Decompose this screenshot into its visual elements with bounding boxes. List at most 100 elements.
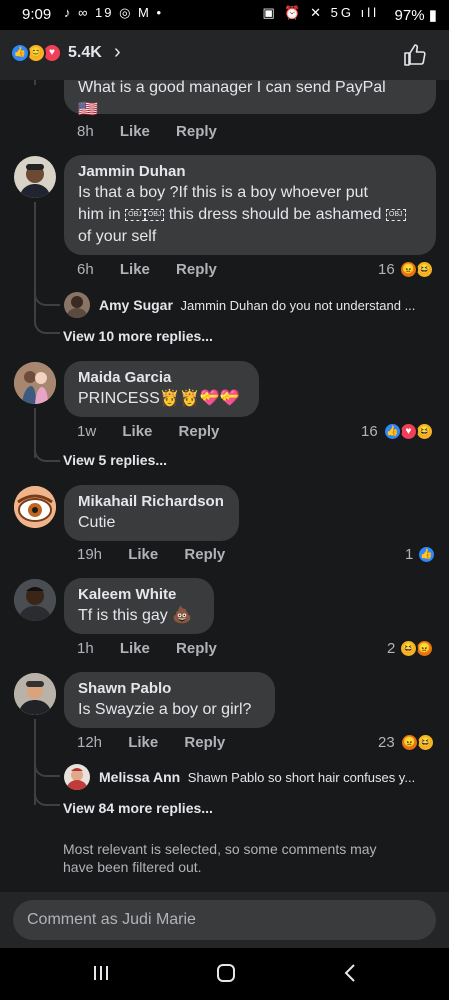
us-flag-icon: 🇺🇸 (78, 101, 98, 118)
thread-line (34, 80, 36, 85)
thread-connector (34, 757, 60, 777)
comment-text: Is Swayzie a boy or girl? (78, 701, 252, 718)
reply-text: Jammin Duhan do you not understand ... (180, 298, 416, 313)
reply-author: Melissa Ann (99, 769, 181, 785)
comment-time: 19h (77, 546, 103, 563)
angry-reaction-icon: 😠 (400, 733, 419, 752)
eye-avatar-icon (14, 486, 56, 528)
home-icon[interactable] (211, 960, 241, 986)
status-bar: 9:09 ♪ ∞ 19 ◎ M • ▣ ⏰ ✕ 5G ıll 97% ▮ (0, 0, 449, 30)
like-button[interactable]: Like (122, 423, 152, 440)
comment-reactions[interactable]: 16 😠 😆 (378, 260, 434, 279)
comment-reactions[interactable]: 1 👍 (405, 545, 436, 564)
like-button[interactable]: Like (120, 640, 150, 657)
comment-input[interactable] (13, 900, 436, 940)
reply-button[interactable]: Reply (179, 423, 220, 440)
reply-avatar[interactable] (64, 764, 90, 790)
thread-connector (34, 786, 60, 806)
like-reaction-icon: 👍 (10, 43, 30, 63)
comment-time: 1w (77, 423, 97, 440)
reply-button[interactable]: Reply (176, 261, 217, 278)
person-avatar-icon (14, 362, 56, 404)
comment-bubble[interactable]: Jammin Duhan Is that a boy ?If this is a… (64, 155, 436, 255)
like-post-icon[interactable] (403, 43, 427, 67)
person-avatar-icon (66, 768, 88, 790)
like-button[interactable]: Like (120, 261, 150, 278)
comment-actions: 19h Like Reply (77, 546, 247, 563)
person-avatar-icon (14, 579, 56, 621)
reply-button[interactable]: Reply (184, 734, 225, 751)
post-reactions-header: 👍 😊 ♥ 5.4K › (0, 30, 449, 80)
comment-actions: 1w Like Reply (77, 423, 241, 440)
comment-text: PRINCESS👸👸💝💝 (78, 390, 240, 407)
avatar[interactable] (14, 486, 56, 528)
system-nav-bar (0, 948, 449, 1000)
comment-time: 6h (77, 261, 94, 278)
person-avatar-icon (14, 673, 56, 715)
reply-button[interactable]: Reply (176, 123, 217, 140)
comment-time: 8h (77, 123, 94, 140)
like-reaction-icon: 👍 (417, 545, 436, 564)
comment-bubble[interactable]: Shawn Pablo Is Swayzie a boy or girl? (64, 672, 275, 728)
avatar[interactable] (14, 579, 56, 621)
comment-text: Is that a boy ?If this is a boy whoever … (78, 182, 422, 248)
reply-author: Amy Sugar (99, 297, 173, 313)
comment-time: 12h (77, 734, 103, 751)
avatar[interactable] (14, 362, 56, 404)
reply-button[interactable]: Reply (176, 640, 217, 657)
back-icon[interactable] (336, 960, 366, 986)
avatar[interactable] (14, 156, 56, 198)
like-reaction-icon: 👍 (383, 422, 402, 441)
reply-avatar[interactable] (64, 292, 90, 318)
view-more-replies-link[interactable]: View 5 replies... (63, 452, 167, 468)
comment-bubble[interactable]: Mikahail Richardson Cutie (64, 485, 239, 541)
thread-connector (34, 442, 60, 462)
filter-notice: Most relevant is selected, so some comme… (63, 841, 377, 875)
view-more-replies-link[interactable]: View 84 more replies... (63, 800, 213, 816)
recent-apps-icon[interactable] (86, 960, 116, 986)
comment-text: What is a good manager I can send PayPal (78, 80, 386, 96)
comment-author[interactable]: Maida Garcia (78, 368, 245, 388)
comment-author[interactable]: Kaleem White (78, 585, 200, 605)
missing-glyph-icon: OBJ (385, 208, 406, 221)
comment-text: Cutie (78, 514, 116, 531)
chevron-right-icon: › (114, 41, 121, 63)
angry-reaction-icon: 😠 (399, 260, 418, 279)
comment-text: Tf is this gay 💩 (78, 607, 193, 624)
comment-author[interactable]: Jammin Duhan (78, 162, 422, 182)
avatar[interactable] (14, 673, 56, 715)
comment-composer (0, 892, 449, 948)
comment-bubble[interactable]: Kaleem White Tf is this gay 💩 (64, 578, 214, 634)
battery-level: 97% ▮ (394, 7, 437, 24)
comment-author[interactable]: Shawn Pablo (78, 679, 261, 699)
thread-connector (34, 286, 60, 306)
person-avatar-icon (19, 164, 51, 198)
comment-bubble[interactable]: What is a good manager I can send PayPal… (64, 80, 436, 118)
comments-list[interactable]: What is a good manager I can send PayPal… (0, 80, 449, 892)
like-button[interactable]: Like (128, 546, 158, 563)
haha-reaction-icon: 😆 (399, 639, 418, 658)
missing-glyph-icon: OBJ (125, 208, 145, 221)
reaction-count: 5.4K (68, 44, 102, 61)
like-button[interactable]: Like (120, 123, 150, 140)
comment-reactions[interactable]: 16 👍 ♥ 😆 (361, 422, 434, 441)
comment-bubble[interactable]: Maida Garcia PRINCESS👸👸💝💝 (64, 361, 259, 417)
comment-actions: 1h Like Reply (77, 640, 239, 657)
comment-actions: 8h Like Reply (77, 123, 239, 140)
comment-reactions[interactable]: 23 😠 😆 (378, 733, 435, 752)
like-button[interactable]: Like (128, 734, 158, 751)
status-time: 9:09 (22, 6, 52, 23)
thread-connector (34, 314, 60, 334)
reply-button[interactable]: Reply (184, 546, 225, 563)
comment-actions: 6h Like Reply (77, 261, 239, 278)
view-more-replies-link[interactable]: View 10 more replies... (63, 328, 213, 344)
reply-preview[interactable]: Amy Sugar Jammin Duhan do you not unders… (99, 297, 415, 313)
reply-preview[interactable]: Melissa Ann Shawn Pablo so short hair co… (99, 769, 415, 785)
comment-actions: 12h Like Reply (77, 734, 247, 751)
comment-author[interactable]: Mikahail Richardson (78, 492, 225, 512)
comment-reactions[interactable]: 2 😆 😠 (387, 639, 434, 658)
notification-icons: ♪ ∞ 19 ◎ M • (64, 5, 164, 20)
system-icons: ▣ ⏰ ✕ 5G ıll (262, 5, 379, 20)
reply-text: Shawn Pablo so short hair confuses y... (187, 770, 416, 785)
person-avatar-icon (66, 296, 88, 318)
